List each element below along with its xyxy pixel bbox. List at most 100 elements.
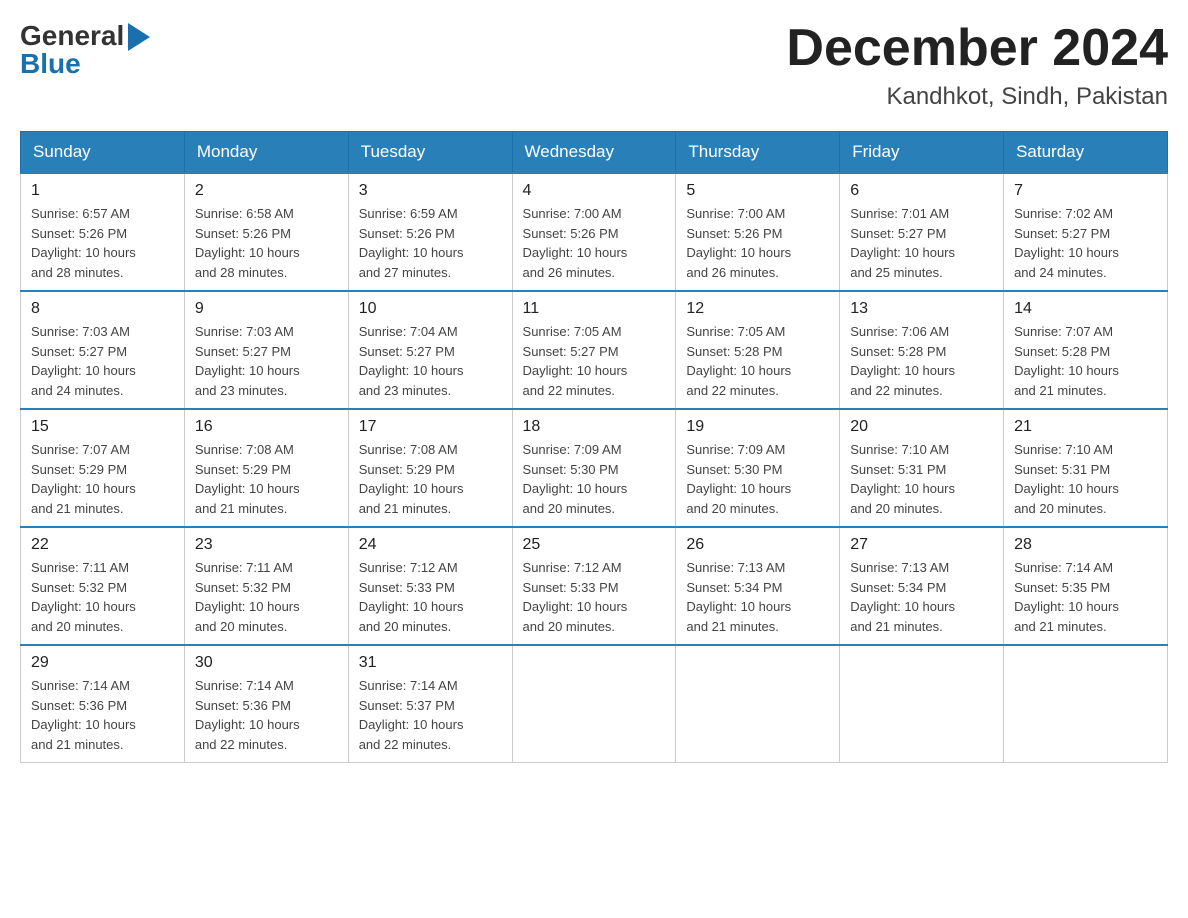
- day-info: Sunrise: 7:08 AM Sunset: 5:29 PM Dayligh…: [359, 440, 502, 518]
- day-info: Sunrise: 7:09 AM Sunset: 5:30 PM Dayligh…: [686, 440, 829, 518]
- calendar-week-row: 15 Sunrise: 7:07 AM Sunset: 5:29 PM Dayl…: [21, 409, 1168, 527]
- calendar-cell: [840, 645, 1004, 763]
- day-info: Sunrise: 7:14 AM Sunset: 5:37 PM Dayligh…: [359, 676, 502, 754]
- day-number: 25: [523, 536, 666, 554]
- calendar-cell: 27 Sunrise: 7:13 AM Sunset: 5:34 PM Dayl…: [840, 527, 1004, 645]
- calendar-cell: 22 Sunrise: 7:11 AM Sunset: 5:32 PM Dayl…: [21, 527, 185, 645]
- calendar-cell: 25 Sunrise: 7:12 AM Sunset: 5:33 PM Dayl…: [512, 527, 676, 645]
- day-info: Sunrise: 7:02 AM Sunset: 5:27 PM Dayligh…: [1014, 204, 1157, 282]
- day-info: Sunrise: 7:10 AM Sunset: 5:31 PM Dayligh…: [850, 440, 993, 518]
- day-info: Sunrise: 7:03 AM Sunset: 5:27 PM Dayligh…: [31, 322, 174, 400]
- calendar-cell: 11 Sunrise: 7:05 AM Sunset: 5:27 PM Dayl…: [512, 291, 676, 409]
- day-info: Sunrise: 7:01 AM Sunset: 5:27 PM Dayligh…: [850, 204, 993, 282]
- day-number: 1: [31, 182, 174, 200]
- calendar-cell: 1 Sunrise: 6:57 AM Sunset: 5:26 PM Dayli…: [21, 173, 185, 291]
- day-info: Sunrise: 7:00 AM Sunset: 5:26 PM Dayligh…: [523, 204, 666, 282]
- day-info: Sunrise: 7:12 AM Sunset: 5:33 PM Dayligh…: [359, 558, 502, 636]
- calendar-cell: 21 Sunrise: 7:10 AM Sunset: 5:31 PM Dayl…: [1004, 409, 1168, 527]
- calendar-cell: [512, 645, 676, 763]
- day-number: 11: [523, 300, 666, 318]
- logo-blue-text: Blue: [20, 48, 150, 80]
- day-number: 22: [31, 536, 174, 554]
- calendar-header-cell-sunday: Sunday: [21, 132, 185, 174]
- day-number: 23: [195, 536, 338, 554]
- day-number: 9: [195, 300, 338, 318]
- calendar-cell: 7 Sunrise: 7:02 AM Sunset: 5:27 PM Dayli…: [1004, 173, 1168, 291]
- day-number: 24: [359, 536, 502, 554]
- calendar-cell: 16 Sunrise: 7:08 AM Sunset: 5:29 PM Dayl…: [184, 409, 348, 527]
- calendar-cell: 30 Sunrise: 7:14 AM Sunset: 5:36 PM Dayl…: [184, 645, 348, 763]
- day-info: Sunrise: 7:07 AM Sunset: 5:28 PM Dayligh…: [1014, 322, 1157, 400]
- day-number: 7: [1014, 182, 1157, 200]
- calendar-header-row: SundayMondayTuesdayWednesdayThursdayFrid…: [21, 132, 1168, 174]
- day-number: 8: [31, 300, 174, 318]
- calendar-cell: 4 Sunrise: 7:00 AM Sunset: 5:26 PM Dayli…: [512, 173, 676, 291]
- title-section: December 2024 Kandhkot, Sindh, Pakistan: [786, 20, 1168, 111]
- day-number: 17: [359, 418, 502, 436]
- calendar-subtitle: Kandhkot, Sindh, Pakistan: [786, 83, 1168, 111]
- day-number: 29: [31, 654, 174, 672]
- calendar-cell: 17 Sunrise: 7:08 AM Sunset: 5:29 PM Dayl…: [348, 409, 512, 527]
- calendar-cell: 18 Sunrise: 7:09 AM Sunset: 5:30 PM Dayl…: [512, 409, 676, 527]
- day-number: 21: [1014, 418, 1157, 436]
- calendar-body: 1 Sunrise: 6:57 AM Sunset: 5:26 PM Dayli…: [21, 173, 1168, 763]
- calendar-cell: 20 Sunrise: 7:10 AM Sunset: 5:31 PM Dayl…: [840, 409, 1004, 527]
- calendar-header-cell-saturday: Saturday: [1004, 132, 1168, 174]
- day-info: Sunrise: 7:11 AM Sunset: 5:32 PM Dayligh…: [195, 558, 338, 636]
- day-number: 13: [850, 300, 993, 318]
- calendar-week-row: 1 Sunrise: 6:57 AM Sunset: 5:26 PM Dayli…: [21, 173, 1168, 291]
- day-info: Sunrise: 7:06 AM Sunset: 5:28 PM Dayligh…: [850, 322, 993, 400]
- day-info: Sunrise: 7:10 AM Sunset: 5:31 PM Dayligh…: [1014, 440, 1157, 518]
- day-number: 10: [359, 300, 502, 318]
- day-info: Sunrise: 7:04 AM Sunset: 5:27 PM Dayligh…: [359, 322, 502, 400]
- page-header: General Blue December 2024 Kandhkot, Sin…: [20, 20, 1168, 111]
- calendar-cell: 19 Sunrise: 7:09 AM Sunset: 5:30 PM Dayl…: [676, 409, 840, 527]
- calendar-cell: 3 Sunrise: 6:59 AM Sunset: 5:26 PM Dayli…: [348, 173, 512, 291]
- day-number: 27: [850, 536, 993, 554]
- day-number: 31: [359, 654, 502, 672]
- day-info: Sunrise: 7:12 AM Sunset: 5:33 PM Dayligh…: [523, 558, 666, 636]
- calendar-cell: [1004, 645, 1168, 763]
- day-number: 16: [195, 418, 338, 436]
- calendar-header: SundayMondayTuesdayWednesdayThursdayFrid…: [21, 132, 1168, 174]
- calendar-cell: 13 Sunrise: 7:06 AM Sunset: 5:28 PM Dayl…: [840, 291, 1004, 409]
- day-number: 19: [686, 418, 829, 436]
- logo-arrow-icon: [128, 23, 150, 51]
- calendar-week-row: 8 Sunrise: 7:03 AM Sunset: 5:27 PM Dayli…: [21, 291, 1168, 409]
- calendar-cell: 9 Sunrise: 7:03 AM Sunset: 5:27 PM Dayli…: [184, 291, 348, 409]
- day-info: Sunrise: 7:05 AM Sunset: 5:27 PM Dayligh…: [523, 322, 666, 400]
- calendar-cell: 24 Sunrise: 7:12 AM Sunset: 5:33 PM Dayl…: [348, 527, 512, 645]
- calendar-cell: 2 Sunrise: 6:58 AM Sunset: 5:26 PM Dayli…: [184, 173, 348, 291]
- day-info: Sunrise: 7:00 AM Sunset: 5:26 PM Dayligh…: [686, 204, 829, 282]
- calendar-cell: 28 Sunrise: 7:14 AM Sunset: 5:35 PM Dayl…: [1004, 527, 1168, 645]
- day-info: Sunrise: 7:13 AM Sunset: 5:34 PM Dayligh…: [686, 558, 829, 636]
- calendar-cell: 29 Sunrise: 7:14 AM Sunset: 5:36 PM Dayl…: [21, 645, 185, 763]
- day-number: 18: [523, 418, 666, 436]
- logo: General Blue: [20, 20, 150, 80]
- calendar-week-row: 22 Sunrise: 7:11 AM Sunset: 5:32 PM Dayl…: [21, 527, 1168, 645]
- calendar-header-cell-thursday: Thursday: [676, 132, 840, 174]
- day-info: Sunrise: 7:14 AM Sunset: 5:36 PM Dayligh…: [31, 676, 174, 754]
- calendar-cell: 15 Sunrise: 7:07 AM Sunset: 5:29 PM Dayl…: [21, 409, 185, 527]
- day-info: Sunrise: 7:09 AM Sunset: 5:30 PM Dayligh…: [523, 440, 666, 518]
- day-number: 4: [523, 182, 666, 200]
- day-number: 3: [359, 182, 502, 200]
- day-info: Sunrise: 7:13 AM Sunset: 5:34 PM Dayligh…: [850, 558, 993, 636]
- day-number: 26: [686, 536, 829, 554]
- calendar-cell: 23 Sunrise: 7:11 AM Sunset: 5:32 PM Dayl…: [184, 527, 348, 645]
- day-number: 14: [1014, 300, 1157, 318]
- day-number: 20: [850, 418, 993, 436]
- calendar-cell: 10 Sunrise: 7:04 AM Sunset: 5:27 PM Dayl…: [348, 291, 512, 409]
- day-info: Sunrise: 7:11 AM Sunset: 5:32 PM Dayligh…: [31, 558, 174, 636]
- calendar-cell: 6 Sunrise: 7:01 AM Sunset: 5:27 PM Dayli…: [840, 173, 1004, 291]
- day-info: Sunrise: 6:57 AM Sunset: 5:26 PM Dayligh…: [31, 204, 174, 282]
- day-number: 12: [686, 300, 829, 318]
- calendar-week-row: 29 Sunrise: 7:14 AM Sunset: 5:36 PM Dayl…: [21, 645, 1168, 763]
- calendar-cell: 26 Sunrise: 7:13 AM Sunset: 5:34 PM Dayl…: [676, 527, 840, 645]
- calendar-table: SundayMondayTuesdayWednesdayThursdayFrid…: [20, 131, 1168, 763]
- calendar-header-cell-wednesday: Wednesday: [512, 132, 676, 174]
- calendar-cell: 8 Sunrise: 7:03 AM Sunset: 5:27 PM Dayli…: [21, 291, 185, 409]
- day-number: 6: [850, 182, 993, 200]
- calendar-cell: 12 Sunrise: 7:05 AM Sunset: 5:28 PM Dayl…: [676, 291, 840, 409]
- day-info: Sunrise: 7:07 AM Sunset: 5:29 PM Dayligh…: [31, 440, 174, 518]
